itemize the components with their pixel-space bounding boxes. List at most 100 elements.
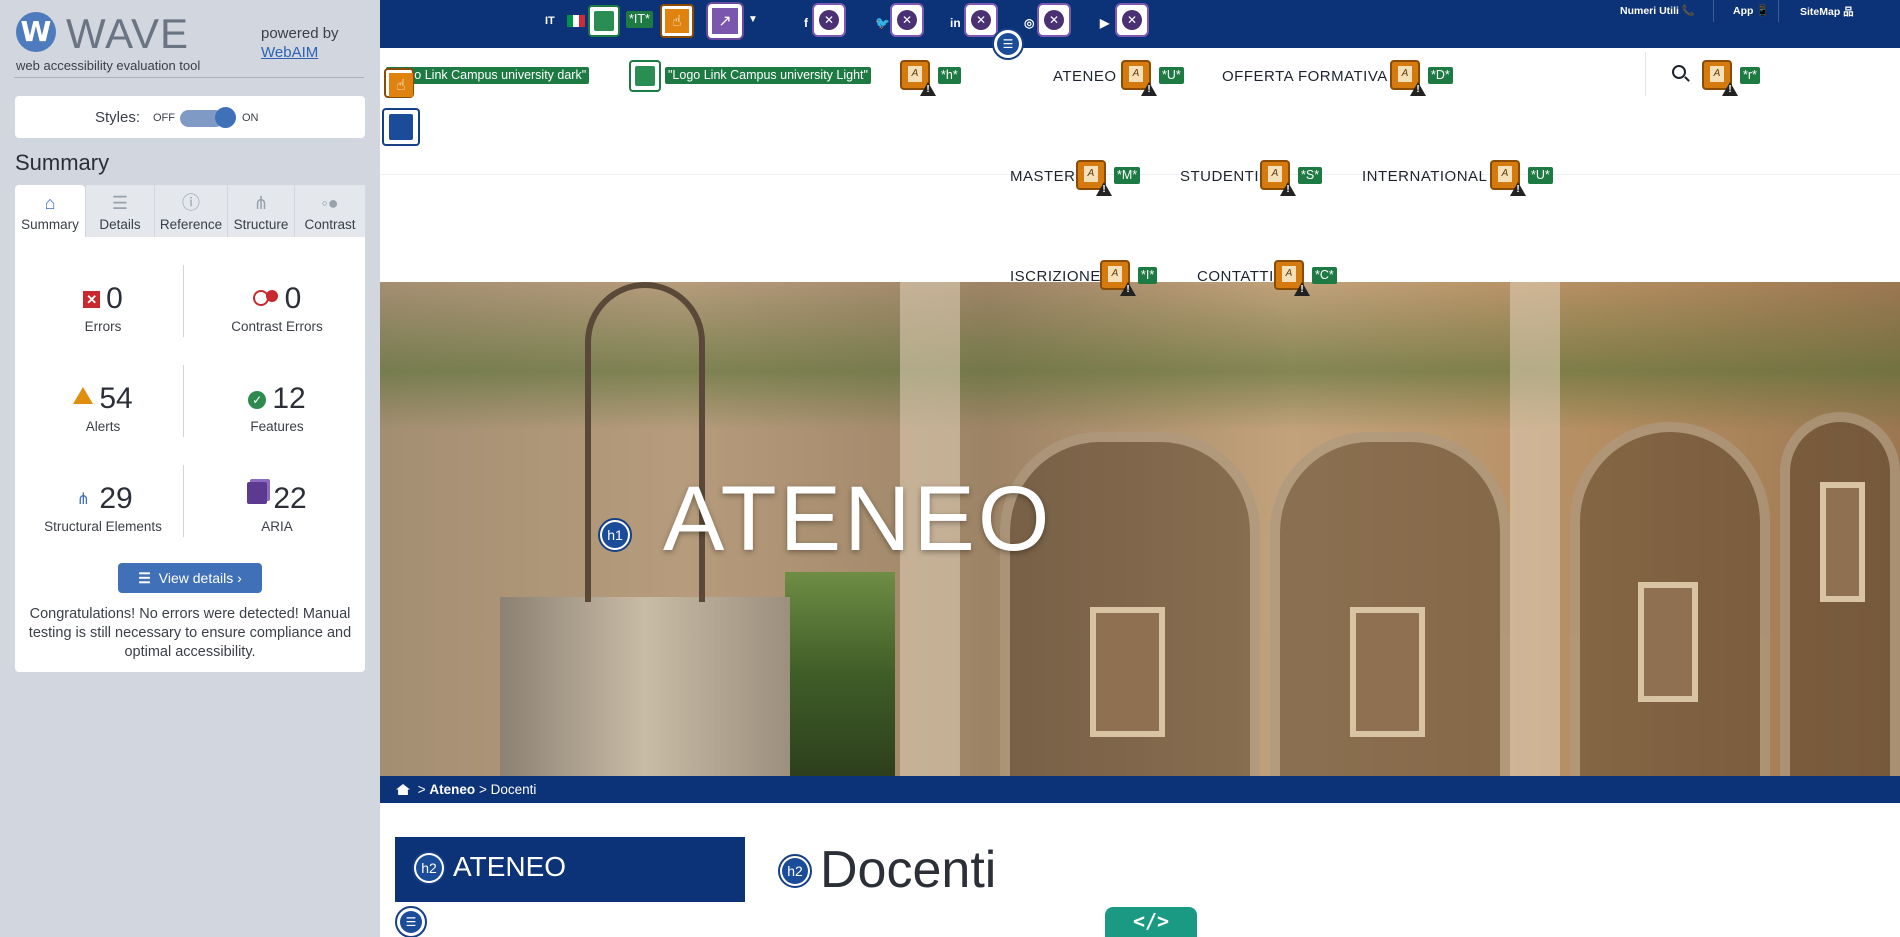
view-details-button[interactable]: ☰ View details › [118, 563, 262, 593]
language-selector[interactable]: IT [545, 15, 555, 27]
stat-alerts[interactable]: 54 Alerts [23, 381, 183, 434]
structure-icon: ⋔ [253, 193, 269, 213]
nav-master[interactable]: MASTER [1010, 168, 1076, 185]
webaim-link[interactable]: WebAIM [261, 43, 339, 62]
breadcrumb-current: Docenti [490, 782, 537, 797]
twitter-icon[interactable]: 🐦 [875, 16, 890, 30]
chevron-down-icon[interactable]: ▼ [748, 14, 758, 25]
heading-level: h1 [602, 522, 628, 548]
stat-features[interactable]: ✓ 12 Features [197, 381, 357, 434]
wave-label-contatti: *C* [1312, 267, 1337, 284]
structural-label: Structural Elements [44, 519, 162, 534]
tab-summary[interactable]: ⌂ Summary [15, 185, 85, 237]
stat-aria[interactable]: 22 ARIA [197, 481, 357, 534]
wave-empty-link-icon[interactable] [890, 3, 924, 37]
wave-tagline: web accessibility evaluation tool [16, 58, 201, 73]
contrast-errors-label: Contrast Errors [231, 319, 323, 334]
wave-empty-link-icon[interactable] [1115, 3, 1149, 37]
congrats-message: Congratulations! No errors were detected… [28, 606, 352, 660]
breadcrumb-ateneo[interactable]: Ateneo [429, 782, 475, 797]
nav-studenti[interactable]: STUDENTI [1180, 168, 1259, 185]
structural-count: 29 [99, 482, 133, 515]
wave-alert-icon[interactable] [1076, 160, 1106, 190]
tab-details[interactable]: ☰ Details [86, 185, 154, 237]
hero-window [1350, 607, 1425, 737]
wave-alert-icon[interactable] [1121, 60, 1151, 90]
wave-heading-icon[interactable]: h1 [598, 518, 632, 552]
wave-alert-icon[interactable] [1702, 60, 1732, 90]
wave-alert-icon[interactable] [1390, 60, 1420, 90]
wave-alert-icon[interactable] [1490, 160, 1520, 190]
breadcrumb-separator: > [478, 782, 487, 797]
errors-count: 0 [106, 282, 123, 315]
tab-label: Reference [159, 217, 223, 232]
linkedin-icon[interactable]: in [950, 16, 961, 30]
wave-orange-alert-icon[interactable] [384, 68, 414, 98]
wave-alt-text-icon[interactable] [629, 60, 661, 92]
nav-separator [1645, 52, 1646, 96]
numeri-utili-link[interactable]: Numeri Utili 📞 [1620, 4, 1695, 17]
wave-aria-icon[interactable] [382, 108, 420, 146]
wave-label-ateneo: *U* [1159, 67, 1184, 84]
wave-code-icon[interactable]: </> [1105, 907, 1197, 937]
hero-garden [785, 572, 895, 776]
view-details-label: View details › [158, 570, 242, 586]
wave-heading-icon[interactable]: h2 [778, 854, 812, 888]
wave-list-icon[interactable] [992, 28, 1024, 60]
wave-empty-link-icon[interactable] [964, 3, 998, 37]
wave-label-search: *r* [1740, 67, 1760, 84]
stat-structural[interactable]: ⋔ 29 Structural Elements [23, 481, 183, 534]
wave-label-offerta: *D* [1428, 67, 1453, 84]
wave-aria-popup-icon[interactable] [706, 2, 744, 40]
hero-title: ATENEO [663, 468, 1053, 570]
feature-icon: ✓ [248, 391, 267, 409]
wave-list-icon[interactable] [395, 906, 427, 937]
wave-alert-icon[interactable] [1260, 160, 1290, 190]
nav-ateneo[interactable]: ATENEO [1053, 68, 1117, 85]
wave-alert-icon[interactable] [1274, 260, 1304, 290]
wave-device-event-icon[interactable] [660, 4, 694, 38]
alert-icon [73, 387, 94, 404]
nav-international[interactable]: INTERNATIONAL [1362, 168, 1487, 185]
hero-window [1090, 607, 1165, 737]
wave-label-lang: *IT* [626, 11, 653, 28]
breadcrumb-separator: > [417, 782, 426, 797]
structure-icon: ⋔ [76, 491, 91, 508]
stat-contrast-errors[interactable]: 0 Contrast Errors [197, 281, 357, 334]
tab-structure[interactable]: ⋔ Structure [228, 185, 294, 237]
aria-count: 22 [273, 482, 307, 515]
hero-window [1820, 482, 1865, 602]
wave-heading-icon[interactable]: h2 [412, 851, 446, 885]
wave-logo-text: WAVE [66, 10, 190, 57]
nav-offerta-formativa[interactable]: OFFERTA FORMATIVA [1222, 68, 1388, 85]
features-count: 12 [272, 382, 306, 415]
stat-errors[interactable]: ✕ 0 Errors [23, 281, 183, 334]
wave-alert-icon[interactable] [900, 60, 930, 90]
styles-toggle-box: Styles: OFF ON [15, 96, 365, 138]
search-icon[interactable] [1672, 65, 1686, 79]
wave-alert-icon[interactable] [1100, 260, 1130, 290]
facebook-icon[interactable]: f [804, 16, 808, 30]
summary-heading: Summary [15, 150, 110, 175]
instagram-icon[interactable]: ◎ [1024, 16, 1034, 30]
tab-reference[interactable]: ⓘ Reference [155, 185, 227, 237]
alerts-label: Alerts [85, 419, 121, 434]
contrast-errors-count: 0 [284, 282, 302, 315]
sitemap-link[interactable]: SiteMap 品 [1800, 4, 1854, 19]
wave-empty-link-icon[interactable] [812, 3, 846, 37]
divider [183, 265, 184, 337]
app-link[interactable]: App 📱 [1733, 4, 1769, 17]
tab-label: Details [99, 217, 141, 232]
wave-tabs: ⌂ Summary ☰ Details ⓘ Reference ⋔ Struct… [15, 185, 365, 237]
powered-by: powered by WebAIM [261, 24, 339, 62]
error-icon: ✕ [83, 291, 101, 308]
powered-by-label: powered by [261, 25, 339, 42]
wave-alt-text-icon[interactable] [588, 5, 620, 37]
youtube-icon[interactable]: ▶ [1100, 16, 1109, 30]
home-icon[interactable] [396, 784, 410, 795]
wave-empty-link-icon[interactable] [1037, 3, 1071, 37]
styles-toggle-knob[interactable] [215, 107, 236, 128]
divider [183, 365, 184, 437]
wave-sidebar: W WAVE web accessibility evaluation tool… [0, 0, 380, 937]
tab-contrast[interactable]: ◦● Contrast [295, 185, 365, 237]
